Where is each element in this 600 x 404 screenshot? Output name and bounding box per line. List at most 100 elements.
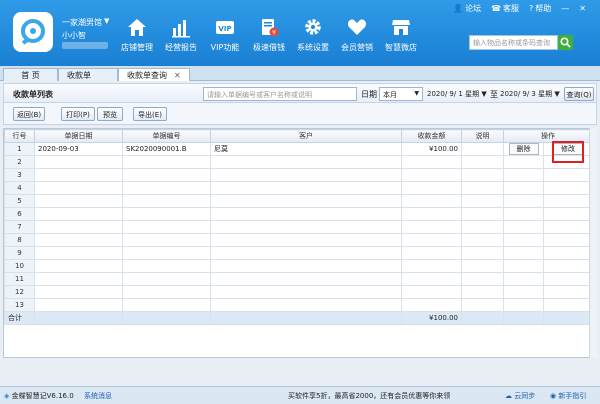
guide-button[interactable]: ◉ 新手指引 bbox=[550, 391, 586, 401]
table-row[interactable]: 1 2020-09-03 SK2020090001.B 尼莫 ¥100.00 删除 修改 bbox=[4, 142, 593, 156]
query-button[interactable]: 查询(Q) bbox=[564, 87, 594, 101]
table-row[interactable]: 10 bbox=[4, 259, 593, 273]
cell-amount bbox=[401, 220, 462, 234]
table-row[interactable]: 9 bbox=[4, 246, 593, 260]
preview-button[interactable]: 预览 bbox=[97, 107, 123, 121]
vip-card-icon: VIP bbox=[216, 21, 234, 34]
promo-text[interactable]: 买软件享5折，最高省2000，还有会员优惠等你来领 bbox=[288, 391, 450, 401]
help-link[interactable]: ? 帮助 bbox=[529, 3, 551, 14]
row-number: 11 bbox=[4, 272, 35, 286]
cell-date bbox=[34, 246, 123, 260]
cell-note bbox=[461, 220, 504, 234]
cell-customer bbox=[210, 233, 402, 247]
cell-action bbox=[543, 168, 593, 182]
row-number: 2 bbox=[4, 155, 35, 169]
cell-action bbox=[543, 298, 593, 312]
table-row[interactable]: 7 bbox=[4, 220, 593, 234]
cell-code bbox=[122, 298, 211, 312]
table-row[interactable]: 2 bbox=[4, 155, 593, 169]
cell-amount bbox=[401, 246, 462, 260]
cell-action bbox=[543, 285, 593, 299]
col-note[interactable]: 说明 bbox=[461, 129, 504, 143]
service-link[interactable]: ☎ 客服 bbox=[491, 3, 519, 14]
col-date[interactable]: 单据日期 bbox=[34, 129, 123, 143]
date-from-picker[interactable]: 2020/ 9/ 1 星期 ▼ bbox=[427, 89, 487, 99]
minimize-button[interactable]: — bbox=[561, 4, 569, 13]
cloud-sync-button[interactable]: ☁ 云同步 bbox=[505, 391, 535, 401]
close-button[interactable]: ✕ bbox=[579, 4, 586, 13]
cell-action bbox=[503, 246, 544, 260]
period-select[interactable]: 本月 ▼ bbox=[379, 87, 423, 101]
export-button[interactable]: 导出(E) bbox=[133, 107, 167, 121]
table-row[interactable]: 4 bbox=[4, 181, 593, 195]
system-messages-link[interactable]: 系统消息 bbox=[84, 391, 112, 401]
table-row[interactable]: 13 bbox=[4, 298, 593, 312]
vertical-scrollbar[interactable] bbox=[589, 128, 597, 358]
cell-note bbox=[461, 181, 504, 195]
nav-system-settings[interactable]: 系统设置 bbox=[291, 14, 335, 58]
action-toolbar: 返回(B) 打印(P) 预览 导出(E) bbox=[3, 103, 597, 125]
bar-chart-icon bbox=[172, 20, 190, 38]
row-number: 12 bbox=[4, 285, 35, 299]
row-number: 8 bbox=[4, 233, 35, 247]
table-row[interactable]: 3 bbox=[4, 168, 593, 182]
close-icon[interactable]: ✕ bbox=[174, 71, 181, 80]
print-button[interactable]: 打印(P) bbox=[61, 107, 95, 121]
cell-action bbox=[503, 298, 544, 312]
cell-action bbox=[543, 220, 593, 234]
total-amount: ¥100.00 bbox=[401, 311, 462, 325]
cell-customer bbox=[210, 285, 402, 299]
cell-date bbox=[34, 220, 123, 234]
tab-receipt-query[interactable]: 收款单查询 ✕ bbox=[118, 68, 190, 81]
home-icon bbox=[128, 19, 146, 36]
nav-smart-store[interactable]: 智慧微店 bbox=[379, 14, 423, 58]
cell-code: SK2020090001.B bbox=[122, 142, 211, 156]
nav-business-report[interactable]: 经营报告 bbox=[159, 14, 203, 58]
cell-amount bbox=[401, 168, 462, 182]
cell-action bbox=[543, 259, 593, 273]
page-title: 收款单列表 bbox=[13, 90, 53, 99]
row-number: 6 bbox=[4, 207, 35, 221]
cell-code bbox=[122, 285, 211, 299]
chevron-down-icon[interactable]: ▼ bbox=[104, 17, 109, 25]
table-row[interactable]: 8 bbox=[4, 233, 593, 247]
cell-amount: ¥100.00 bbox=[401, 142, 462, 156]
back-button[interactable]: 返回(B) bbox=[13, 107, 45, 121]
date-to-picker[interactable]: 2020/ 9/ 3 星期 ▼ bbox=[500, 89, 560, 99]
cell-code bbox=[122, 155, 211, 169]
keyword-input[interactable]: 请输入单据编号或客户名称或说明 bbox=[203, 87, 357, 101]
shop-name[interactable]: 一家潮男馆 bbox=[62, 17, 102, 28]
col-amount[interactable]: 收款金额 bbox=[401, 129, 462, 143]
cell-amount bbox=[401, 155, 462, 169]
cell-code bbox=[122, 207, 211, 221]
table-row[interactable]: 5 bbox=[4, 194, 593, 208]
table-row[interactable]: 12 bbox=[4, 285, 593, 299]
cell-action bbox=[543, 272, 593, 286]
nav-fast-loan[interactable]: ¥ 极速借钱 bbox=[247, 14, 291, 58]
nav-shop-manage[interactable]: 店铺管理 bbox=[115, 14, 159, 58]
table-row[interactable]: 11 bbox=[4, 272, 593, 286]
delete-button[interactable]: 删除 bbox=[508, 143, 539, 155]
table-row[interactable]: 6 bbox=[4, 207, 593, 221]
search-icon bbox=[560, 37, 571, 48]
col-customer[interactable]: 客户 bbox=[210, 129, 402, 143]
cell-customer bbox=[210, 246, 402, 260]
cell-action bbox=[503, 285, 544, 299]
cell-customer bbox=[210, 181, 402, 195]
forum-link[interactable]: 👤 论坛 bbox=[453, 3, 481, 14]
tab-home[interactable]: 首 页 bbox=[3, 68, 58, 81]
date-label: 日期 bbox=[361, 90, 377, 99]
cell-date bbox=[34, 298, 123, 312]
heart-icon bbox=[347, 19, 367, 35]
tab-receipt[interactable]: 收款单 bbox=[58, 68, 118, 81]
cell-customer bbox=[210, 194, 402, 208]
cell-amount bbox=[401, 259, 462, 273]
cell-note bbox=[461, 285, 504, 299]
product-search-input[interactable]: 输入物品名称或条码查询 bbox=[469, 35, 558, 50]
nav-vip[interactable]: VIP VIP功能 bbox=[203, 14, 247, 58]
nav-member-marketing[interactable]: 会员营销 bbox=[335, 14, 379, 58]
row-number: 5 bbox=[4, 194, 35, 208]
search-button[interactable] bbox=[558, 35, 573, 50]
col-code[interactable]: 单据编号 bbox=[122, 129, 211, 143]
svg-text:VIP: VIP bbox=[218, 25, 231, 33]
